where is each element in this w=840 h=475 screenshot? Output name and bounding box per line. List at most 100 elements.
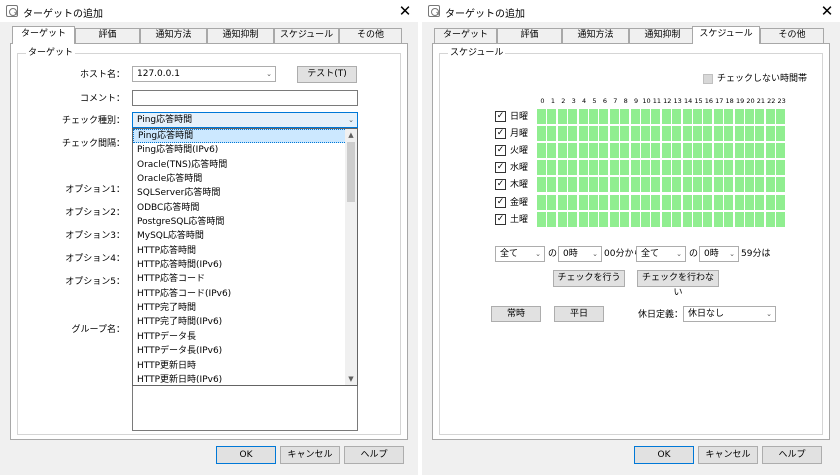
schedule-cell[interactable]	[620, 194, 630, 210]
schedule-cell[interactable]	[537, 194, 546, 210]
schedule-cell[interactable]	[755, 109, 765, 124]
schedule-cell[interactable]	[651, 160, 661, 176]
schedule-cell[interactable]	[537, 109, 546, 124]
schedule-cell[interactable]	[620, 177, 630, 193]
schedule-cell[interactable]	[557, 160, 567, 176]
schedule-cell[interactable]	[765, 194, 775, 210]
tab-other[interactable]: その他	[339, 28, 402, 43]
schedule-cell[interactable]	[557, 194, 567, 210]
schedule-cell[interactable]	[724, 194, 734, 210]
schedule-cell[interactable]	[724, 126, 734, 142]
schedule-cell[interactable]	[609, 194, 619, 210]
schedule-cell[interactable]	[641, 109, 650, 124]
dropdown-item[interactable]: HTTPデータ長	[133, 330, 357, 344]
schedule-cell[interactable]	[568, 126, 578, 142]
schedule-cell[interactable]	[568, 177, 578, 193]
schedule-cell[interactable]	[651, 194, 661, 210]
schedule-cell[interactable]	[589, 177, 598, 193]
schedule-cell[interactable]	[609, 211, 619, 227]
scroll-thumb[interactable]	[347, 142, 355, 202]
schedule-cell[interactable]	[672, 126, 682, 142]
schedule-cell[interactable]	[641, 160, 650, 176]
schedule-cell[interactable]	[682, 109, 692, 124]
schedule-cell[interactable]	[557, 211, 567, 227]
schedule-cell[interactable]	[713, 177, 723, 193]
schedule-cell[interactable]	[755, 211, 765, 227]
schedule-cell[interactable]	[568, 143, 578, 159]
schedule-cell[interactable]	[703, 211, 713, 227]
schedule-cell[interactable]	[765, 160, 775, 176]
schedule-cell[interactable]	[713, 160, 723, 176]
schedule-cell[interactable]	[609, 177, 619, 193]
chevron-down-icon[interactable]: ⌄	[348, 113, 354, 127]
schedule-cell[interactable]	[609, 160, 619, 176]
schedule-cell[interactable]	[724, 143, 734, 159]
schedule-cell[interactable]	[703, 143, 713, 159]
tab-other[interactable]: その他	[760, 28, 824, 43]
schedule-cell[interactable]	[599, 143, 609, 159]
schedule-cell[interactable]	[682, 194, 692, 210]
schedule-cell[interactable]	[578, 211, 588, 227]
schedule-cell[interactable]	[755, 160, 765, 176]
schedule-cell[interactable]	[776, 126, 786, 142]
tab-schedule[interactable]: スケジュール	[274, 28, 339, 43]
tab-suppression[interactable]: 通知抑制	[207, 28, 274, 43]
dropdown-item[interactable]: HTTP応答時間	[133, 244, 357, 258]
schedule-cell[interactable]	[745, 143, 754, 159]
schedule-cell[interactable]	[599, 160, 609, 176]
schedule-cell[interactable]	[599, 109, 609, 124]
schedule-cell[interactable]	[703, 126, 713, 142]
dropdown-item[interactable]: MySQL応答時間	[133, 229, 357, 243]
day-checkbox[interactable]: ✓	[495, 179, 506, 191]
tab-evaluation[interactable]: 評価	[497, 28, 562, 43]
ok-button[interactable]: OK	[216, 446, 276, 464]
schedule-cell[interactable]	[672, 143, 682, 159]
cancel-button[interactable]: キャンセル	[280, 446, 340, 464]
schedule-cell[interactable]	[745, 211, 754, 227]
schedule-cell[interactable]	[661, 177, 671, 193]
schedule-cell[interactable]	[724, 109, 734, 124]
schedule-cell[interactable]	[672, 194, 682, 210]
schedule-cell[interactable]	[547, 109, 557, 124]
schedule-cell[interactable]	[776, 194, 786, 210]
schedule-cell[interactable]	[776, 177, 786, 193]
dropdown-item[interactable]: PostgreSQL応答時間	[133, 215, 357, 229]
schedule-cell[interactable]	[578, 126, 588, 142]
schedule-cell[interactable]	[765, 109, 775, 124]
schedule-cell[interactable]	[599, 177, 609, 193]
schedule-cell[interactable]	[609, 109, 619, 124]
schedule-cell[interactable]	[589, 194, 598, 210]
schedule-cell[interactable]	[734, 211, 744, 227]
schedule-cell[interactable]	[745, 177, 754, 193]
hour-select-start[interactable]: 0時 ⌄	[558, 246, 602, 262]
schedule-cell[interactable]	[547, 194, 557, 210]
schedule-cell[interactable]	[630, 109, 640, 124]
schedule-cell[interactable]	[724, 211, 734, 227]
schedule-cell[interactable]	[620, 211, 630, 227]
day-select-start[interactable]: 全て ⌄	[495, 246, 545, 262]
schedule-cell[interactable]	[755, 126, 765, 142]
chevron-down-icon[interactable]: ⌄	[535, 247, 541, 261]
tab-target[interactable]: ターゲット	[12, 26, 75, 44]
schedule-cell[interactable]	[547, 143, 557, 159]
schedule-cell[interactable]	[734, 194, 744, 210]
host-combo[interactable]: 127.0.0.1 ⌄	[132, 66, 276, 82]
schedule-cell[interactable]	[755, 143, 765, 159]
always-button[interactable]: 常時	[491, 306, 541, 322]
schedule-cell[interactable]	[745, 160, 754, 176]
schedule-cell[interactable]	[693, 211, 702, 227]
day-checkbox[interactable]: ✓	[495, 111, 506, 122]
schedule-cell[interactable]	[568, 160, 578, 176]
schedule-cell[interactable]	[734, 160, 744, 176]
tab-notification[interactable]: 通知方法	[562, 28, 629, 43]
schedule-cell[interactable]	[589, 160, 598, 176]
help-button[interactable]: ヘルプ	[762, 446, 822, 464]
schedule-cell[interactable]	[537, 143, 546, 159]
cancel-button[interactable]: キャンセル	[698, 446, 758, 464]
schedule-cell[interactable]	[578, 143, 588, 159]
schedule-cell[interactable]	[682, 160, 692, 176]
schedule-cell[interactable]	[776, 109, 786, 124]
chevron-down-icon[interactable]: ⌄	[266, 67, 272, 81]
schedule-cell[interactable]	[724, 160, 734, 176]
schedule-cell[interactable]	[651, 143, 661, 159]
